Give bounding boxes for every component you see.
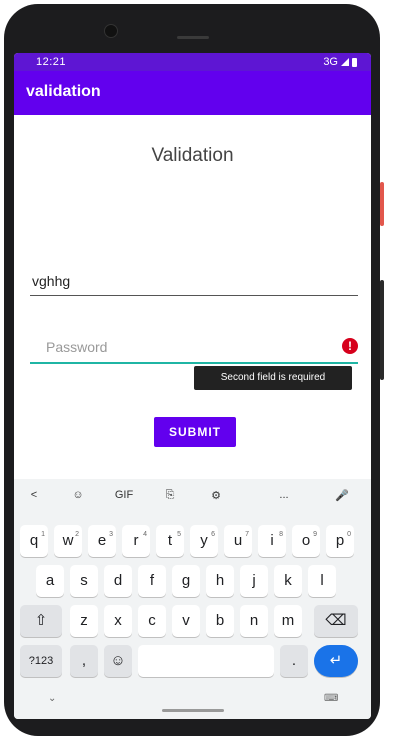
clipboard-icon[interactable]: ⎘: [158, 489, 182, 502]
gif-button[interactable]: GIF: [112, 489, 136, 501]
username-field[interactable]: vghhg: [30, 267, 358, 296]
key-u[interactable]: u7: [224, 525, 252, 557]
app-bar: validation: [14, 71, 371, 115]
page-heading: Validation: [151, 145, 234, 166]
key-x[interactable]: x: [104, 605, 132, 637]
back-icon[interactable]: <: [22, 489, 46, 501]
key-q-digit: 1: [41, 531, 45, 538]
key-t[interactable]: t5: [156, 525, 184, 557]
front-camera: [104, 24, 118, 38]
earpiece-speaker: [177, 36, 209, 39]
key-j[interactable]: j: [240, 565, 268, 597]
phone-frame: 12:21 3G validation Validation vghhg Pas…: [4, 4, 384, 736]
backspace-key[interactable]: ⌫: [314, 605, 358, 637]
key-s[interactable]: s: [70, 565, 98, 597]
status-bar: 12:21 3G: [14, 53, 371, 71]
password-placeholder: Password: [46, 339, 108, 355]
key-o[interactable]: o9: [292, 525, 320, 557]
symbols-key[interactable]: ?123: [20, 645, 62, 677]
shift-key[interactable]: ⇧: [20, 605, 62, 637]
key-p-digit: 0: [347, 531, 351, 538]
key-e-digit: 3: [109, 531, 113, 538]
key-o-label: o: [301, 532, 311, 549]
settings-icon[interactable]: ⚙: [204, 489, 228, 502]
comma-key[interactable]: ,: [70, 645, 98, 677]
key-u-digit: 7: [245, 531, 249, 538]
key-t-digit: 5: [177, 531, 181, 538]
status-time: 12:21: [36, 56, 67, 68]
key-q[interactable]: q1: [20, 525, 48, 557]
key-v[interactable]: v: [172, 605, 200, 637]
mic-icon[interactable]: 🎤: [330, 489, 354, 502]
key-e[interactable]: e3: [88, 525, 116, 557]
switch-keyboard-icon[interactable]: ⌨: [324, 693, 338, 704]
enter-key[interactable]: ↵: [314, 645, 358, 677]
key-a[interactable]: a: [36, 565, 64, 597]
key-p[interactable]: p0: [326, 525, 354, 557]
network-type: 3G: [323, 56, 338, 68]
emoji-icon[interactable]: ☺: [104, 645, 132, 677]
battery-icon: [352, 57, 357, 67]
key-h[interactable]: h: [206, 565, 234, 597]
key-b[interactable]: b: [206, 605, 234, 637]
app-title: validation: [26, 83, 101, 100]
soft-keyboard: < ☺ GIF ⎘ ⚙ ... 🎤 q1 w2 e3 r4 t5 y6 u7 i…: [14, 479, 371, 719]
key-u-label: u: [233, 532, 243, 549]
submit-button[interactable]: SUBMIT: [154, 417, 236, 447]
space-key[interactable]: [138, 645, 274, 677]
key-d[interactable]: d: [104, 565, 132, 597]
key-o-digit: 9: [313, 531, 317, 538]
key-w-label: w: [62, 532, 74, 549]
volume-button: [380, 280, 384, 380]
key-z[interactable]: z: [70, 605, 98, 637]
status-indicators: 3G: [323, 56, 357, 68]
key-i-label: i: [270, 532, 274, 549]
period-key[interactable]: .: [280, 645, 308, 677]
screen: 12:21 3G validation Validation vghhg Pas…: [14, 53, 371, 719]
signal-icon: [341, 58, 349, 66]
key-i-digit: 8: [279, 531, 283, 538]
key-w[interactable]: w2: [54, 525, 82, 557]
key-n[interactable]: n: [240, 605, 268, 637]
more-icon[interactable]: ...: [272, 489, 296, 501]
key-e-label: e: [97, 532, 107, 549]
key-g[interactable]: g: [172, 565, 200, 597]
key-i[interactable]: i8: [258, 525, 286, 557]
key-f[interactable]: f: [138, 565, 166, 597]
key-l[interactable]: l: [308, 565, 336, 597]
sticker-icon[interactable]: ☺: [66, 489, 90, 501]
key-r[interactable]: r4: [122, 525, 150, 557]
nav-handle[interactable]: [162, 709, 224, 712]
username-value: vghhg: [32, 273, 71, 289]
power-button: [380, 182, 384, 226]
key-r-digit: 4: [143, 531, 147, 538]
key-w-digit: 2: [75, 531, 79, 538]
key-k[interactable]: k: [274, 565, 302, 597]
key-m[interactable]: m: [274, 605, 302, 637]
collapse-keyboard-icon[interactable]: ⌄: [48, 693, 56, 704]
keyboard-toolbar: < ☺ GIF ⎘ ⚙ ... 🎤: [14, 479, 371, 517]
password-field[interactable]: Password !: [30, 334, 358, 364]
key-p-label: p: [335, 532, 345, 549]
key-t-label: t: [167, 532, 173, 549]
error-icon[interactable]: !: [342, 338, 358, 354]
key-y-digit: 6: [211, 531, 215, 538]
error-tooltip: Second field is required: [194, 366, 352, 390]
key-q-label: q: [29, 532, 39, 549]
key-y-label: y: [200, 532, 208, 549]
key-c[interactable]: c: [138, 605, 166, 637]
key-r-label: r: [133, 532, 139, 549]
key-y[interactable]: y6: [190, 525, 218, 557]
